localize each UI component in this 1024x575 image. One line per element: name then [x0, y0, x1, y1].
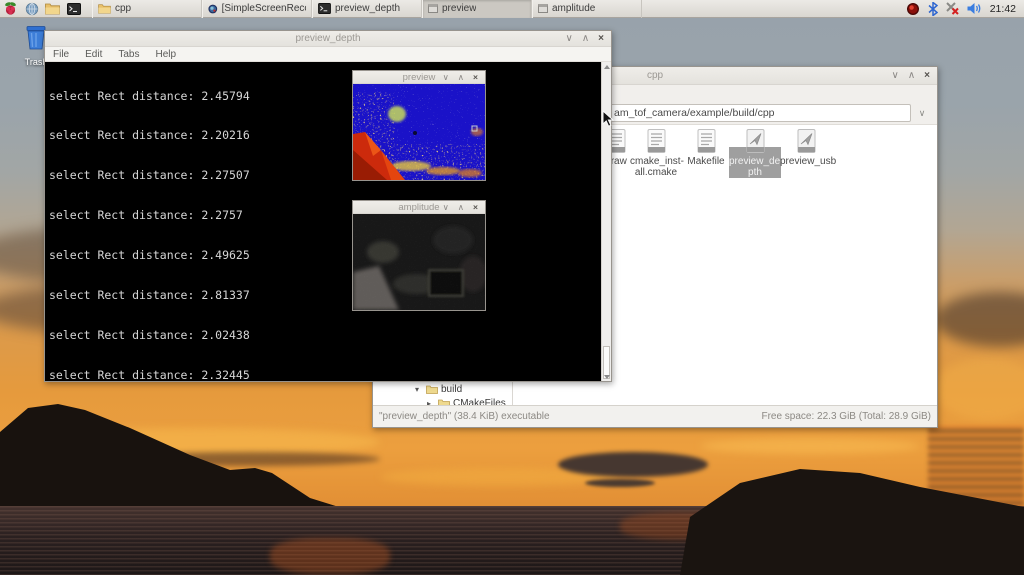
status-selected-file: "preview_depth" (38.4 KiB) executable — [379, 411, 550, 422]
folder-icon — [426, 384, 438, 394]
taskbar-button-preview[interactable]: preview — [422, 0, 532, 18]
wallpaper-cloud — [700, 438, 920, 454]
clock[interactable]: 21:42 — [990, 3, 1016, 15]
raspberry-menu-icon — [3, 1, 18, 16]
wallpaper-lenticular-cloud — [558, 452, 708, 477]
status-free-space: Free space: 22.3 GiB (Total: 28.9 GiB) — [761, 411, 931, 422]
desktop: Trash cpp ∨ ∧ × ∨ ▾ build — [0, 0, 1024, 575]
globe-icon — [25, 2, 39, 16]
close-icon[interactable]: × — [598, 31, 604, 47]
taskbar-button-simplescreenrecorder[interactable]: [SimpleScreenRecord... — [202, 0, 312, 18]
tree-item-cmakefiles[interactable]: ▸ CMakeFiles — [373, 396, 506, 405]
terminal-line: select Rect distance: 2.49625 — [49, 249, 600, 262]
taskbar-button-label: preview — [442, 3, 476, 14]
terminal-title: preview_depth — [45, 33, 611, 44]
tree-item-label: build — [441, 384, 462, 395]
folder-icon — [98, 3, 111, 14]
taskbar-button-label: preview_depth — [335, 3, 400, 14]
folder-icon — [45, 2, 60, 15]
file-item-makefile[interactable]: Makefile — [680, 129, 732, 167]
terminal-window: preview_depth ∨ ∧ × File Edit Tabs Help … — [44, 30, 612, 382]
file-name: preview_usb — [780, 156, 832, 167]
minimize-icon[interactable]: ∨ — [892, 68, 899, 84]
file-item-preview-depth[interactable]: preview_de- pth — [729, 129, 781, 178]
maximize-icon[interactable]: ∧ — [458, 201, 464, 214]
bluetooth-icon[interactable] — [928, 2, 938, 16]
minimize-icon[interactable]: ∨ — [566, 31, 573, 47]
terminal-line: select Rect distance: 2.2757 — [49, 209, 600, 222]
depth-image[interactable] — [353, 84, 485, 180]
minimize-icon[interactable]: ∨ — [443, 71, 449, 84]
window-icon — [538, 4, 548, 13]
file-item-preview-usb[interactable]: preview_usb — [780, 129, 832, 167]
preview-titlebar[interactable]: preview ∨ ∧ × — [353, 71, 485, 84]
taskbar-button-label: amplitude — [552, 3, 595, 14]
window-icon — [428, 4, 438, 13]
mouse-cursor — [602, 110, 614, 128]
web-browser-launcher[interactable] — [21, 0, 42, 18]
taskbar-button-label: [SimpleScreenRecord... — [222, 3, 306, 14]
address-dropdown-button[interactable]: ∨ — [913, 104, 931, 122]
terminal-content[interactable]: select Rect distance: 2.45794 select Rec… — [45, 62, 611, 381]
taskbar-button-amplitude[interactable]: amplitude — [532, 0, 642, 18]
taskbar-button-label: cpp — [115, 3, 131, 14]
terminal-line: select Rect distance: 2.32445 — [49, 369, 600, 381]
volume-icon[interactable] — [967, 2, 982, 15]
terminal-line: select Rect distance: 2.45794 — [49, 90, 600, 103]
amplitude-window: amplitude ∨ ∧ × — [352, 200, 486, 311]
system-tray: 21:42 — [906, 2, 1024, 16]
maximize-icon[interactable]: ∧ — [458, 71, 464, 84]
menu-file[interactable]: File — [45, 49, 77, 60]
executable-file-icon — [746, 129, 765, 153]
taskbar-button-preview-depth[interactable]: preview_depth — [312, 0, 422, 18]
terminal-icon — [67, 3, 81, 15]
tree-item-build[interactable]: ▾ build — [373, 382, 462, 396]
amplitude-titlebar[interactable]: amplitude ∨ ∧ × — [353, 201, 485, 214]
taskbar-window-buttons: cpp [SimpleScreenRecord... preview_depth — [92, 0, 642, 18]
close-icon[interactable]: × — [473, 201, 478, 214]
record-status-icon[interactable] — [906, 2, 920, 16]
tree-item-label: CMakeFiles — [453, 398, 506, 406]
preview-window: preview ∨ ∧ × — [352, 70, 486, 181]
terminal-line: select Rect distance: 2.81337 — [49, 289, 600, 302]
maximize-icon[interactable]: ∧ — [582, 31, 589, 47]
terminal-titlebar[interactable]: preview_depth ∨ ∧ × — [45, 31, 611, 47]
applications-menu-button[interactable] — [0, 0, 21, 18]
terminal-menubar: File Edit Tabs Help — [45, 47, 611, 62]
expand-arrow-icon[interactable]: ▸ — [427, 399, 435, 406]
terminal-line: select Rect distance: 2.27507 — [49, 169, 600, 182]
folder-icon — [438, 398, 450, 405]
close-icon[interactable]: × — [924, 68, 930, 84]
executable-file-icon — [797, 129, 816, 153]
taskbar: cpp [SimpleScreenRecord... preview_depth — [0, 0, 1024, 18]
menu-edit[interactable]: Edit — [77, 49, 110, 60]
file-name: Makefile — [680, 156, 732, 167]
scroll-down-arrow-icon[interactable] — [602, 372, 611, 381]
file-manager-statusbar: "preview_depth" (38.4 KiB) executable Fr… — [373, 405, 937, 427]
terminal-icon — [318, 3, 331, 14]
collapse-arrow-icon[interactable]: ▾ — [415, 385, 423, 394]
menu-tabs[interactable]: Tabs — [110, 49, 147, 60]
menu-help[interactable]: Help — [147, 49, 184, 60]
file-name: preview_de- pth — [729, 156, 781, 178]
file-manager-launcher[interactable] — [42, 0, 63, 18]
file-name: cmake_inst- all.cmake — [630, 156, 682, 178]
file-item-cmake-install[interactable]: cmake_inst- all.cmake — [630, 129, 682, 178]
wallpaper-lenticular-cloud — [585, 479, 655, 487]
terminal-launcher[interactable] — [63, 0, 84, 18]
wallpaper-reflection — [270, 538, 390, 574]
network-disconnected-icon[interactable] — [946, 2, 959, 15]
screen-recorder-icon — [208, 3, 218, 15]
close-icon[interactable]: × — [473, 71, 478, 84]
terminal-line: select Rect distance: 2.02438 — [49, 329, 600, 342]
scroll-up-arrow-icon[interactable] — [602, 62, 611, 71]
terminal-line: select Rect distance: 2.20216 — [49, 129, 600, 142]
text-file-icon — [647, 129, 666, 153]
minimize-icon[interactable]: ∨ — [443, 201, 449, 214]
terminal-output: select Rect distance: 2.45794 select Rec… — [49, 63, 600, 381]
text-file-icon — [697, 129, 716, 153]
taskbar-button-cpp[interactable]: cpp — [92, 0, 202, 18]
amplitude-image[interactable] — [353, 214, 485, 310]
maximize-icon[interactable]: ∧ — [908, 68, 915, 84]
